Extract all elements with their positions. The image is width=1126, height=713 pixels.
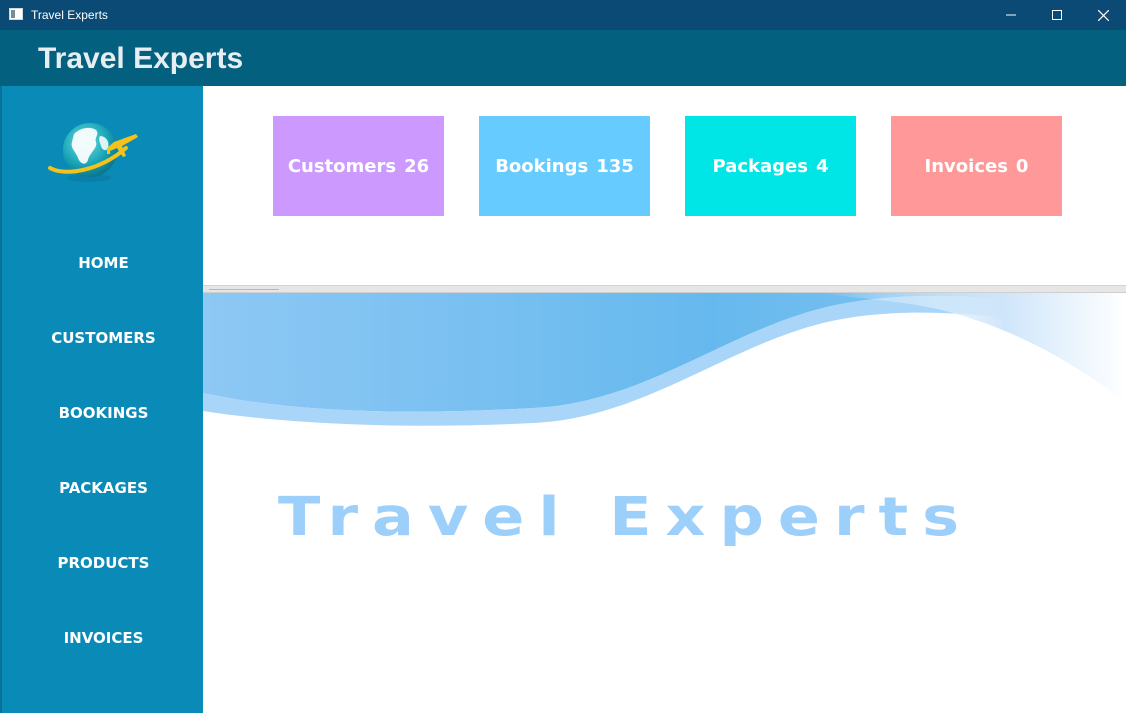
sidebar-item-invoices[interactable]: INVOICES [2, 618, 205, 658]
app-window-icon [9, 8, 23, 20]
bookings-tile[interactable]: Bookings 135 [479, 116, 650, 216]
customers-tile-label: Customers [287, 155, 397, 177]
panel-splitter[interactable] [203, 285, 1126, 293]
app-window: Travel Experts Travel Experts HOME CUSTO… [0, 0, 1126, 713]
bookings-tile-label: Bookings [495, 155, 589, 177]
sidebar: HOME CUSTOMERS BOOKINGS PACKAGES PRODUCT… [0, 86, 203, 713]
packages-tile-count: 4 [815, 155, 829, 177]
invoices-tile-label: Invoices [924, 155, 1008, 177]
globe-airplane-icon [48, 123, 138, 182]
invoices-tile[interactable]: Invoices 0 [891, 116, 1062, 216]
packages-tile[interactable]: Packages 4 [685, 116, 856, 216]
main-content: Customers 26 Bookings 135 Packages 4 Inv… [203, 86, 1126, 713]
sidebar-item-customers[interactable]: CUSTOMERS [2, 318, 205, 358]
sidebar-item-bookings[interactable]: BOOKINGS [2, 393, 205, 433]
packages-tile-label: Packages [712, 155, 808, 177]
bookings-tile-count: 135 [596, 155, 634, 177]
maximize-icon [1052, 10, 1062, 20]
app-header: Travel Experts [0, 30, 1126, 86]
window-titlebar[interactable]: Travel Experts [0, 0, 1126, 30]
splitter-grip [209, 289, 279, 290]
banner-title: Travel Experts [278, 485, 974, 548]
minimize-button[interactable] [988, 0, 1034, 30]
sidebar-item-home[interactable]: HOME [2, 243, 205, 283]
app-title: Travel Experts [38, 42, 244, 75]
sidebar-item-packages[interactable]: PACKAGES [2, 468, 205, 508]
customers-tile-count: 26 [404, 155, 430, 177]
minimize-icon [1006, 14, 1016, 16]
sidebar-item-products[interactable]: PRODUCTS [2, 543, 205, 583]
invoices-tile-count: 0 [1015, 155, 1029, 177]
close-button[interactable] [1080, 0, 1126, 30]
maximize-button[interactable] [1034, 0, 1080, 30]
customers-tile[interactable]: Customers 26 [273, 116, 444, 216]
window-title: Travel Experts [31, 8, 108, 22]
close-icon [1097, 9, 1109, 21]
